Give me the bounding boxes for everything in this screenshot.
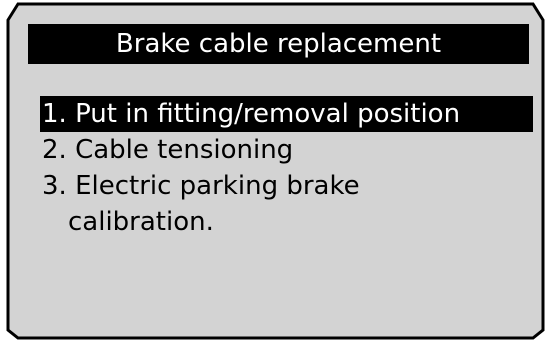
- menu-item-electric-parking-brake-calibration[interactable]: 3. Electric parking brake: [40, 168, 360, 204]
- menu-item-calibration-continuation: calibration.: [68, 207, 214, 237]
- menu-item-cable-tensioning[interactable]: 2. Cable tensioning: [40, 132, 293, 168]
- scan-tool-screen: Brake cable replacement 1. Put in fittin…: [0, 0, 551, 341]
- menu-item-fitting-removal-position[interactable]: 1. Put in fitting/removal position: [40, 96, 533, 132]
- screen-title: Brake cable replacement: [28, 24, 529, 64]
